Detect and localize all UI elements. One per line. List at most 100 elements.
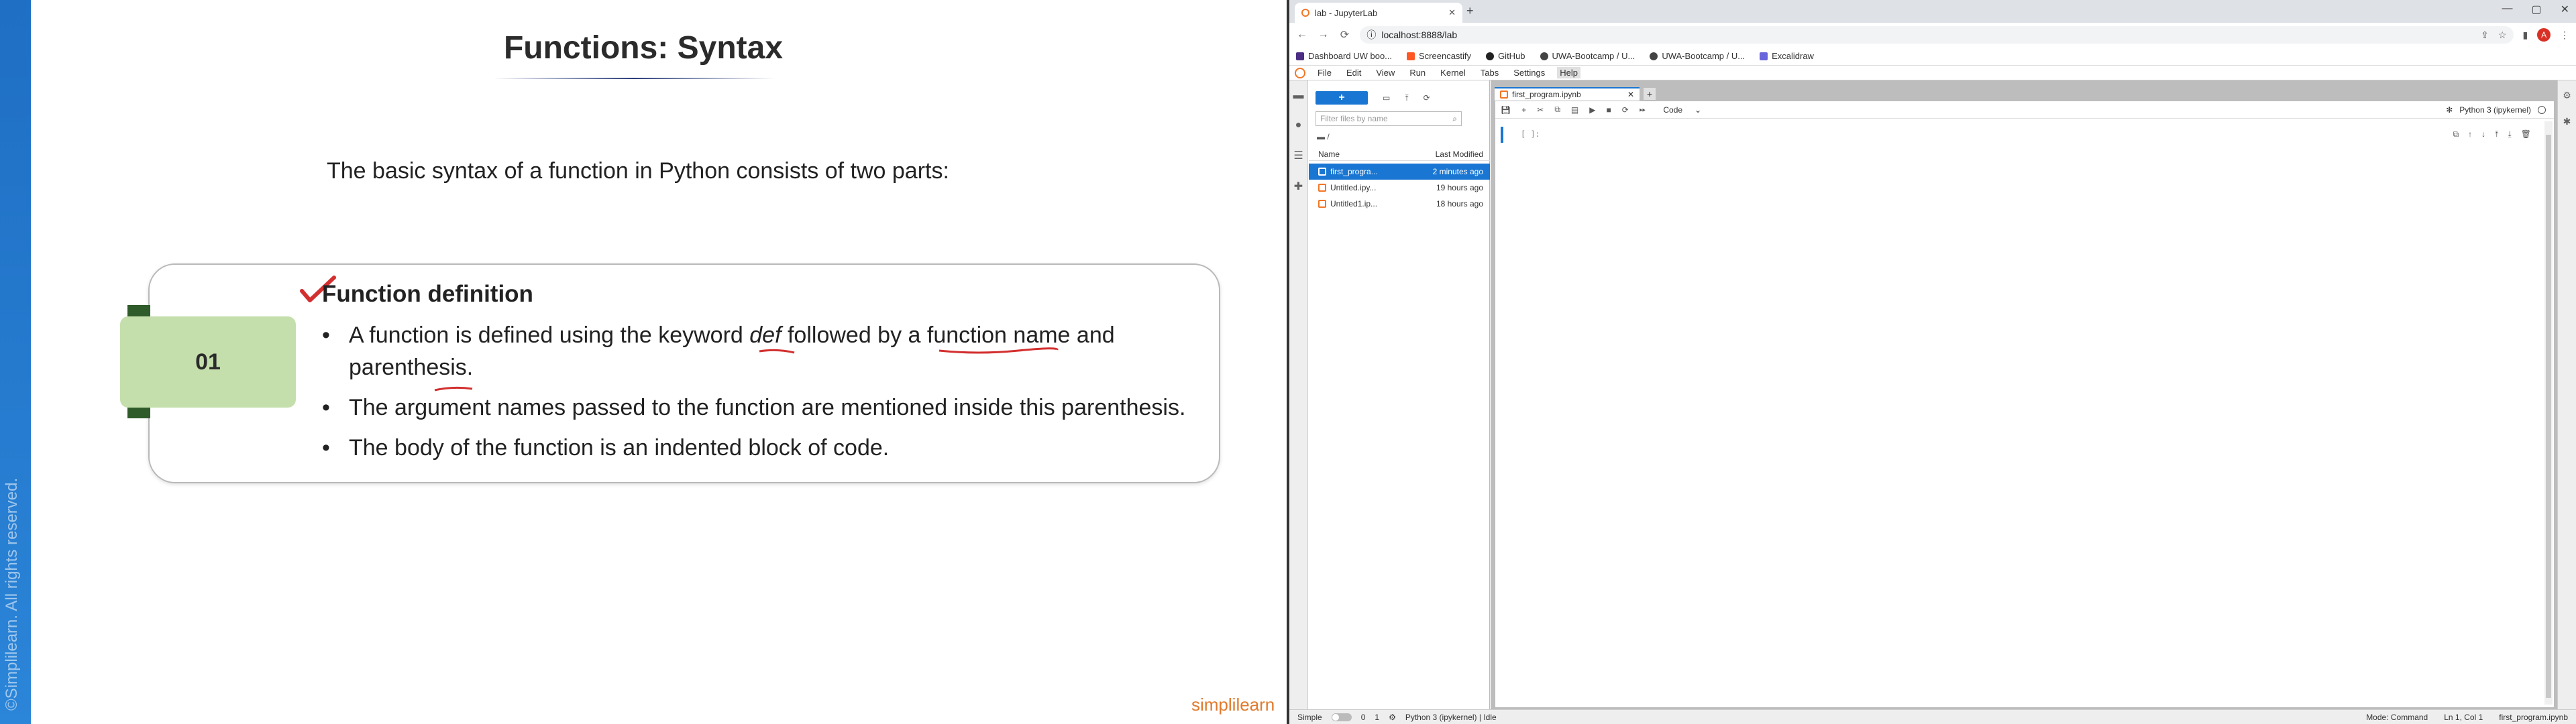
status-filename: first_program.ipynb bbox=[2499, 712, 2568, 722]
back-icon[interactable]: ← bbox=[1296, 29, 1308, 41]
delete-cell-icon[interactable]: 🗑︎ bbox=[2521, 129, 2531, 139]
scrollbar-thumb[interactable] bbox=[2546, 135, 2551, 698]
stop-icon[interactable]: ■ bbox=[1606, 105, 1611, 115]
bookmark-item[interactable]: UWA-Bootcamp / U... bbox=[1540, 51, 1635, 61]
profile-avatar[interactable]: A bbox=[2537, 28, 2551, 42]
menu-kernel[interactable]: Kernel bbox=[1438, 67, 1468, 78]
menu-file[interactable]: File bbox=[1315, 67, 1334, 78]
add-tab-button[interactable]: + bbox=[1644, 88, 1656, 100]
jupyterlab-app: File Edit View Run Kernel Tabs Settings … bbox=[1289, 66, 2576, 724]
fast-forward-icon[interactable]: ⏩︎ bbox=[1640, 105, 1646, 115]
restart-icon[interactable]: ⟳ bbox=[1622, 105, 1629, 115]
save-icon[interactable]: 💾︎ bbox=[1501, 105, 1511, 115]
tab-strip: lab - JupyterLab ✕ + — ▢ ✕ bbox=[1289, 0, 2576, 23]
notebook-scrollbar[interactable] bbox=[2544, 121, 2553, 705]
column-modified-header[interactable]: Last Modified bbox=[1409, 149, 1490, 159]
close-tab-icon[interactable]: ✕ bbox=[1627, 90, 1634, 99]
run-icon[interactable]: ▶ bbox=[1589, 105, 1595, 115]
menu-help[interactable]: Help bbox=[1557, 67, 1580, 78]
share-icon[interactable]: ⇪ bbox=[2481, 29, 2489, 41]
paste-icon[interactable]: ▤ bbox=[1571, 105, 1578, 115]
gear-icon[interactable]: ⚙ bbox=[1389, 713, 1396, 722]
property-inspector-icon[interactable]: ⚙ bbox=[2563, 90, 2571, 101]
kernel-status-icon bbox=[2538, 105, 2546, 114]
browser-tab[interactable]: lab - JupyterLab ✕ bbox=[1295, 3, 1462, 23]
file-row[interactable]: Untitled1.ip... 18 hours ago bbox=[1309, 196, 1490, 212]
underline-function-name-annotation bbox=[938, 347, 1059, 354]
cell-type-value: Code bbox=[1663, 105, 1683, 115]
file-browser: + ▭ ⤒ ⟳ Filter files by name ⌕ ▬ / Name … bbox=[1309, 80, 1490, 709]
close-window-button[interactable]: ✕ bbox=[2561, 3, 2569, 16]
cell-toolbar: ⧉ ↑ ↓ ⤒ ⤓ 🗑︎ bbox=[2453, 129, 2531, 139]
notebook-icon bbox=[1318, 200, 1326, 208]
file-filter-input[interactable]: Filter files by name ⌕ bbox=[1316, 111, 1462, 126]
insert-cell-icon[interactable]: + bbox=[1521, 105, 1526, 115]
maximize-button[interactable]: ▢ bbox=[2531, 3, 2541, 16]
menu-run[interactable]: Run bbox=[1407, 67, 1428, 78]
notebook-toolbar: 💾︎ + ✂ ⧉ ▤ ▶ ■ ⟳ ⏩︎ Code ⌄ ✻ Python 3 (i… bbox=[1495, 101, 2554, 119]
menu-tabs[interactable]: Tabs bbox=[1478, 67, 1501, 78]
globe-icon bbox=[1540, 52, 1548, 60]
duplicate-cell-icon[interactable]: ⧉ bbox=[2453, 129, 2459, 139]
insert-above-icon[interactable]: ⤒ bbox=[2495, 129, 2498, 139]
refresh-icon[interactable]: ⟳ bbox=[1424, 93, 1430, 103]
forward-icon[interactable]: → bbox=[1318, 29, 1330, 41]
extensions-puzzle-icon[interactable]: ✚ bbox=[1294, 180, 1303, 193]
menu-settings[interactable]: Settings bbox=[1511, 67, 1548, 78]
more-menu-icon[interactable]: ⋮ bbox=[2560, 29, 2569, 41]
column-name-header[interactable]: Name bbox=[1309, 149, 1409, 159]
breadcrumb[interactable]: ▬ / bbox=[1317, 132, 1330, 141]
simple-mode-toggle[interactable] bbox=[1331, 713, 1352, 721]
window-controls: — ▢ ✕ bbox=[2502, 3, 2569, 16]
close-tab-icon[interactable]: ✕ bbox=[1448, 7, 1456, 18]
main-dock-area: first_program.ipynb ✕ + 💾︎ + ✂ ⧉ ▤ ▶ ■ ⟳ bbox=[1491, 80, 2557, 709]
cursor-position[interactable]: Ln 1, Col 1 bbox=[2444, 713, 2483, 722]
notebook-icon bbox=[1318, 168, 1326, 176]
bookmark-item[interactable]: GitHub bbox=[1486, 51, 1525, 61]
kernel-status-text[interactable]: Python 3 (ipykernel) | Idle bbox=[1405, 713, 1497, 722]
menu-edit[interactable]: Edit bbox=[1344, 67, 1364, 78]
new-folder-icon[interactable]: ▭ bbox=[1383, 93, 1390, 103]
move-down-icon[interactable]: ↓ bbox=[2481, 129, 2485, 139]
bookmark-item[interactable]: Dashboard UW boo... bbox=[1296, 51, 1392, 61]
point-heading: Function definition bbox=[322, 281, 533, 307]
kernel-indicator[interactable]: ✻ Python 3 (ipykernel) bbox=[2446, 105, 2546, 115]
notebook-tab[interactable]: first_program.ipynb ✕ bbox=[1495, 87, 1640, 101]
bullet-item: The argument names passed to the functio… bbox=[322, 391, 1221, 424]
file-row[interactable]: first_progra... 2 minutes ago bbox=[1309, 164, 1490, 180]
cell-type-select[interactable]: Code ⌄ bbox=[1663, 105, 1701, 115]
bookmarks-bar: Dashboard UW boo... Screencastify GitHub… bbox=[1289, 47, 2576, 66]
status-right: Mode: Command Ln 1, Col 1 first_program.… bbox=[2366, 713, 2568, 722]
folder-icon[interactable]: ▬ bbox=[1293, 90, 1304, 102]
code-cell[interactable]: [ ]: ⧉ ↑ ↓ ⤒ ⤓ 🗑︎ bbox=[1501, 127, 2547, 143]
underline-def-annotation bbox=[759, 349, 795, 354]
bookmark-item[interactable]: Screencastify bbox=[1407, 51, 1471, 61]
bookmark-item[interactable]: UWA-Bootcamp / U... bbox=[1650, 51, 1745, 61]
minimize-button[interactable]: — bbox=[2502, 3, 2512, 16]
table-of-contents-icon[interactable]: ☰ bbox=[1293, 149, 1303, 162]
copy-icon[interactable]: ⧉ bbox=[1554, 105, 1560, 115]
insert-below-icon[interactable]: ⤓ bbox=[2508, 129, 2511, 139]
new-launcher-button[interactable]: + bbox=[1316, 91, 1368, 105]
menu-view[interactable]: View bbox=[1373, 67, 1397, 78]
reload-icon[interactable]: ⟳ bbox=[1339, 28, 1351, 42]
bookmark-star-icon[interactable]: ☆ bbox=[2498, 29, 2507, 41]
debugger-icon[interactable]: ✱ bbox=[2563, 116, 2571, 127]
upload-icon[interactable]: ⤒ bbox=[1405, 93, 1408, 103]
file-filter-placeholder: Filter files by name bbox=[1320, 114, 1388, 123]
notebook-icon bbox=[1318, 184, 1326, 192]
extensions-icon[interactable]: ▮ bbox=[2523, 29, 2528, 41]
running-sessions-icon[interactable]: ● bbox=[1295, 119, 1302, 131]
file-row[interactable]: Untitled.ipy... 19 hours ago bbox=[1309, 180, 1490, 196]
bookmark-item[interactable]: Excalidraw bbox=[1760, 51, 1814, 61]
cut-icon[interactable]: ✂ bbox=[1537, 105, 1544, 115]
kernel-settings-icon: ✻ bbox=[2446, 105, 2453, 115]
new-tab-button[interactable]: + bbox=[1466, 4, 1474, 18]
keyword-def: def bbox=[749, 322, 782, 348]
notebook-tab-title: first_program.ipynb bbox=[1512, 90, 1581, 99]
github-icon bbox=[1486, 52, 1495, 60]
address-bar[interactable]: ⓘ localhost:8888/lab ⇪ ☆ bbox=[1360, 26, 2514, 44]
move-up-icon[interactable]: ↑ bbox=[2468, 129, 2472, 139]
notebook-icon bbox=[1500, 90, 1508, 99]
bullet-list: A function is defined using the keyword … bbox=[322, 319, 1221, 472]
